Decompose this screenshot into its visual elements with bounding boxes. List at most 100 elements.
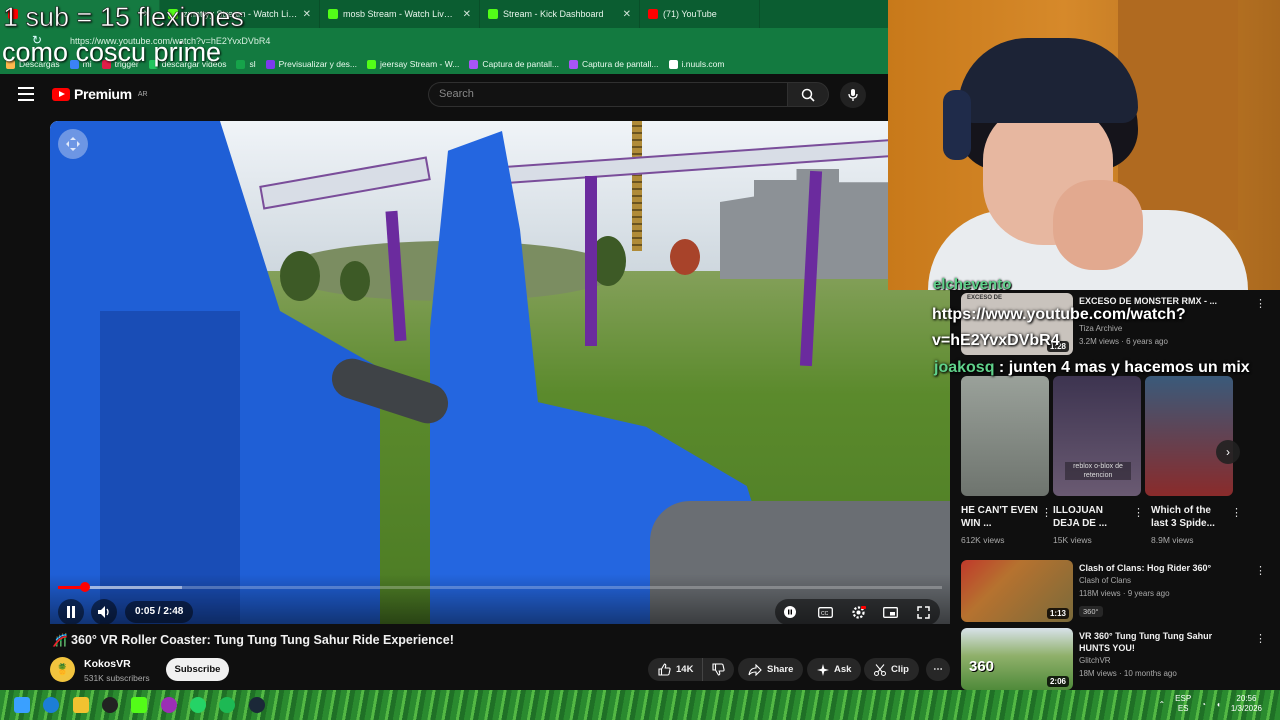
360-navigation-icon[interactable]	[58, 129, 88, 159]
bookmark-item[interactable]: sl	[236, 59, 256, 69]
search-input[interactable]: Search	[428, 82, 787, 107]
shorts-shelf: reblox o-blox de retencion HE CAN'T EVEN…	[961, 376, 1242, 545]
more-vertical-icon[interactable]: ⋮	[1133, 506, 1144, 519]
settings-button[interactable]	[845, 599, 871, 624]
chat-message: https://www.youtube.com/watch?v=hE2YvxDV…	[932, 306, 1186, 349]
webcam-headset	[943, 90, 971, 160]
short-title[interactable]: HE CAN'T EVEN WIN ...	[961, 504, 1039, 530]
volume-button[interactable]	[91, 599, 117, 624]
obs-icon[interactable]	[102, 697, 118, 713]
ask-button[interactable]: Ask	[807, 658, 862, 681]
like-button[interactable]: 14K	[648, 658, 704, 681]
recommendation-thumbnail[interactable]: 360 2:06	[961, 628, 1073, 690]
subscriber-count: 531K subscribers	[84, 673, 150, 683]
bookmark-item[interactable]: Captura de pantall...	[568, 59, 659, 69]
chevron-right-icon[interactable]: ›	[1216, 440, 1240, 464]
recommendation-channel[interactable]: GlitchVR	[1079, 656, 1111, 665]
more-vertical-icon[interactable]: ⋮	[1255, 632, 1266, 645]
app-c-icon[interactable]	[161, 697, 177, 713]
close-tab-icon[interactable]: ✕	[463, 9, 471, 20]
scrubber-handle[interactable]	[79, 582, 90, 592]
recommendation-item[interactable]: 1:13 Clash of Clans: Hog Rider 360° Clas…	[961, 560, 1271, 622]
short-views: 8.9M views	[1151, 535, 1194, 545]
voice-search-button[interactable]	[840, 82, 866, 108]
stream-overlay-line-1: 1 sub = 15 flexiones	[3, 2, 245, 33]
tab-mosb-stream[interactable]: mosb Stream - Watch Live on Kick ✕	[320, 0, 480, 28]
close-tab-icon[interactable]: ✕	[303, 9, 311, 20]
kick-app-icon[interactable]	[131, 697, 147, 713]
autoplay-toggle[interactable]	[777, 599, 803, 624]
taskbar-clock[interactable]: 20:56 1/3/2026	[1231, 694, 1262, 714]
bookmark-favicon-icon	[568, 59, 578, 69]
recommendation-channel[interactable]: Clash of Clans	[1079, 576, 1131, 585]
edge-browser-icon[interactable]	[43, 697, 59, 713]
channel-avatar[interactable]: 🍍	[50, 657, 75, 682]
bookmark-favicon-icon	[265, 59, 275, 69]
spotify-icon[interactable]	[219, 697, 235, 713]
youtube-header: Premium AR Search	[0, 74, 888, 116]
bookmark-label: Previsualizar y des...	[278, 59, 358, 69]
windows-start-icon[interactable]	[14, 697, 30, 713]
search-icon	[801, 88, 815, 102]
bookmark-favicon-icon	[469, 59, 479, 69]
ask-label: Ask	[834, 664, 852, 675]
360-badge: 360°	[1079, 606, 1103, 617]
thumbnail-text: 360	[969, 658, 995, 675]
steam-icon[interactable]	[249, 697, 265, 713]
progress-bar[interactable]	[58, 582, 942, 592]
webcam-bandana	[958, 38, 1138, 123]
speaker-icon[interactable]: ◖	[1216, 700, 1221, 709]
gear-icon	[851, 605, 866, 619]
video-player[interactable]: 0:05 / 2:48 CC	[50, 121, 950, 624]
bookmark-item[interactable]: i.nuuls.com	[668, 59, 725, 69]
subscribe-button[interactable]: Subscribe	[166, 658, 229, 681]
bookmark-item[interactable]: Captura de pantall...	[469, 59, 559, 69]
share-button[interactable]: Share	[738, 658, 804, 681]
recommendation-title[interactable]: Clash of Clans: Hog Rider 360°	[1079, 562, 1239, 574]
short-thumbnail[interactable]	[1145, 376, 1233, 496]
more-actions-button[interactable]: ⋯	[926, 658, 950, 681]
bookmark-item[interactable]: jeersay Stream - W...	[367, 59, 459, 69]
file-explorer-icon[interactable]	[73, 697, 89, 713]
bookmark-item[interactable]: Previsualizar y des...	[265, 59, 358, 69]
clock-time: 20:56	[1236, 694, 1257, 703]
channel-name[interactable]: KokosVR	[84, 658, 131, 670]
webcam-hand	[1053, 180, 1143, 270]
recommendation-item[interactable]: 360 2:06 VR 360° Tung Tung Tung Sahur HU…	[961, 628, 1271, 690]
tab-kick-dashboard[interactable]: Stream - Kick Dashboard ✕	[480, 0, 640, 28]
short-title[interactable]: ILLOJUAN DEJA DE ...	[1053, 504, 1131, 530]
miniplayer-icon	[882, 606, 898, 618]
short-title[interactable]: Which of the last 3 Spide...	[1151, 504, 1229, 530]
scissors-icon	[874, 663, 886, 676]
recommendation-thumbnail[interactable]: 1:13	[961, 560, 1073, 622]
chat-separator: :	[998, 359, 1009, 376]
pause-button[interactable]	[58, 599, 84, 624]
subtitles-button[interactable]: CC	[812, 599, 838, 624]
more-vertical-icon[interactable]: ⋮	[1255, 297, 1266, 310]
short-overlay-text: reblox o-blox de retencion	[1065, 462, 1131, 480]
recommendation-title[interactable]: VR 360° Tung Tung Tung Sahur HUNTS YOU!	[1079, 630, 1239, 654]
more-vertical-icon[interactable]: ⋮	[1255, 564, 1266, 577]
clip-button[interactable]: Clip	[864, 658, 919, 681]
fullscreen-button[interactable]	[910, 599, 936, 624]
share-label: Share	[767, 664, 794, 675]
tab-youtube-home[interactable]: (71) YouTube	[640, 0, 760, 28]
stream-overlay-line-2: como coscu prime	[2, 37, 222, 67]
whatsapp-icon[interactable]	[190, 697, 206, 713]
language-indicator[interactable]: ESP ES	[1175, 694, 1191, 714]
video-scene-tree	[340, 261, 370, 301]
more-vertical-icon[interactable]: ⋮	[1041, 506, 1052, 519]
more-vertical-icon[interactable]: ⋮	[1231, 506, 1242, 519]
hamburger-menu-icon[interactable]	[18, 87, 34, 101]
close-tab-icon[interactable]: ✕	[623, 9, 631, 20]
wifi-icon[interactable]: ◔	[1201, 700, 1206, 709]
short-thumbnail[interactable]	[961, 376, 1049, 496]
miniplayer-button[interactable]	[877, 599, 903, 624]
youtube-premium-logo[interactable]: Premium AR	[52, 86, 148, 102]
logo-country: AR	[137, 90, 148, 98]
search-button[interactable]	[787, 82, 829, 107]
volume-icon	[98, 606, 109, 618]
dislike-button[interactable]	[702, 658, 734, 681]
chevron-up-icon[interactable]: ⌃	[1158, 700, 1165, 709]
short-thumbnail[interactable]: reblox o-blox de retencion	[1053, 376, 1141, 496]
